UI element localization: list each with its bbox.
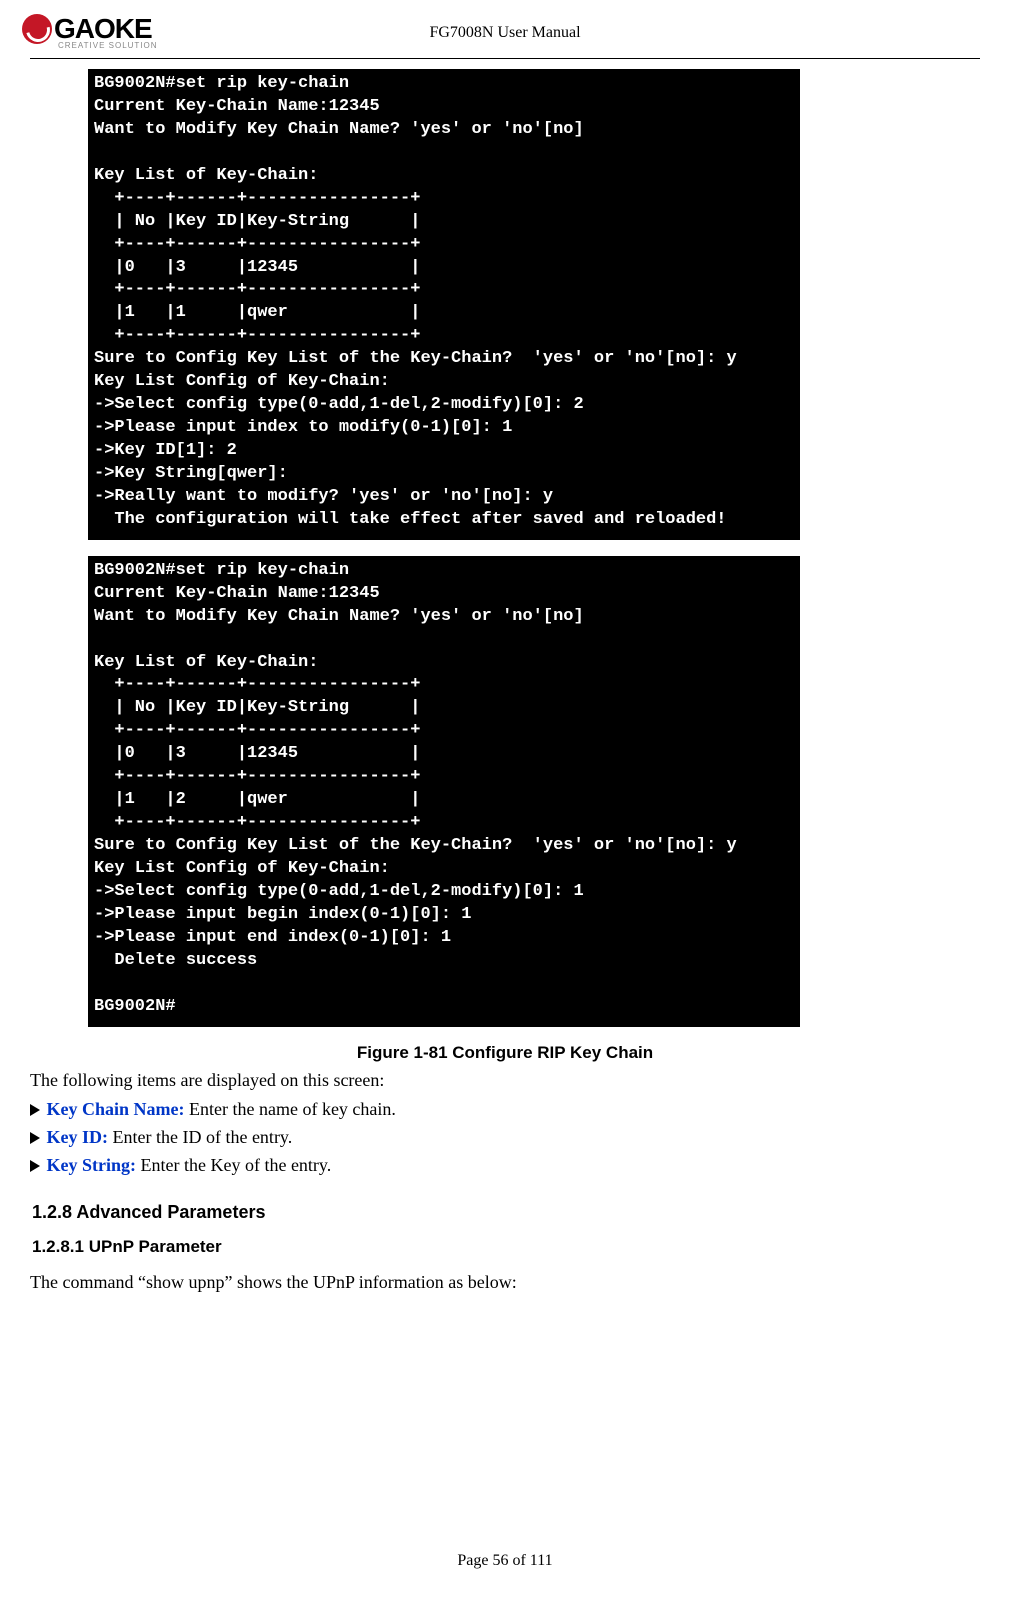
field-desc: Enter the ID of the entry. (108, 1127, 292, 1147)
header-divider (30, 58, 980, 59)
field-key-id: Key ID: Enter the ID of the entry. (30, 1124, 980, 1152)
field-label: Key String: (47, 1155, 137, 1175)
brand-logo: GAOKE CREATIVE SOLUTION (22, 14, 158, 50)
field-label: Key Chain Name: (47, 1099, 185, 1119)
bullet-icon (30, 1160, 40, 1172)
upnp-text: The command “show upnp” shows the UPnP i… (30, 1269, 980, 1297)
page-header: GAOKE CREATIVE SOLUTION FG7008N User Man… (30, 14, 980, 54)
page: GAOKE CREATIVE SOLUTION FG7008N User Man… (0, 0, 1010, 1606)
field-key-chain-name: Key Chain Name: Enter the name of key ch… (30, 1096, 980, 1124)
intro-text: The following items are displayed on thi… (30, 1067, 980, 1095)
bullet-icon (30, 1104, 40, 1116)
terminal-screenshot-2: BG9002N#set rip key-chain Current Key-Ch… (88, 556, 800, 1027)
field-desc: Enter the Key of the entry. (136, 1155, 331, 1175)
page-footer: Page 56 of 111 (0, 1552, 1010, 1570)
brand-logo-text: GAOKE (22, 14, 152, 44)
bullet-icon (30, 1132, 40, 1144)
swirl-icon (22, 14, 52, 44)
brand-tagline: CREATIVE SOLUTION (58, 42, 158, 50)
brand-name: GAOKE (54, 15, 152, 43)
field-desc: Enter the name of key chain. (185, 1099, 396, 1119)
document-title: FG7008N User Manual (429, 24, 580, 42)
terminal-screenshot-1: BG9002N#set rip key-chain Current Key-Ch… (88, 69, 800, 540)
figure-caption: Figure 1-81 Configure RIP Key Chain (30, 1043, 980, 1063)
section-heading-advanced-parameters: 1.2.8 Advanced Parameters (32, 1202, 980, 1223)
field-key-string: Key String: Enter the Key of the entry. (30, 1152, 980, 1180)
field-label: Key ID: (47, 1127, 109, 1147)
section-heading-upnp-parameter: 1.2.8.1 UPnP Parameter (32, 1237, 980, 1257)
